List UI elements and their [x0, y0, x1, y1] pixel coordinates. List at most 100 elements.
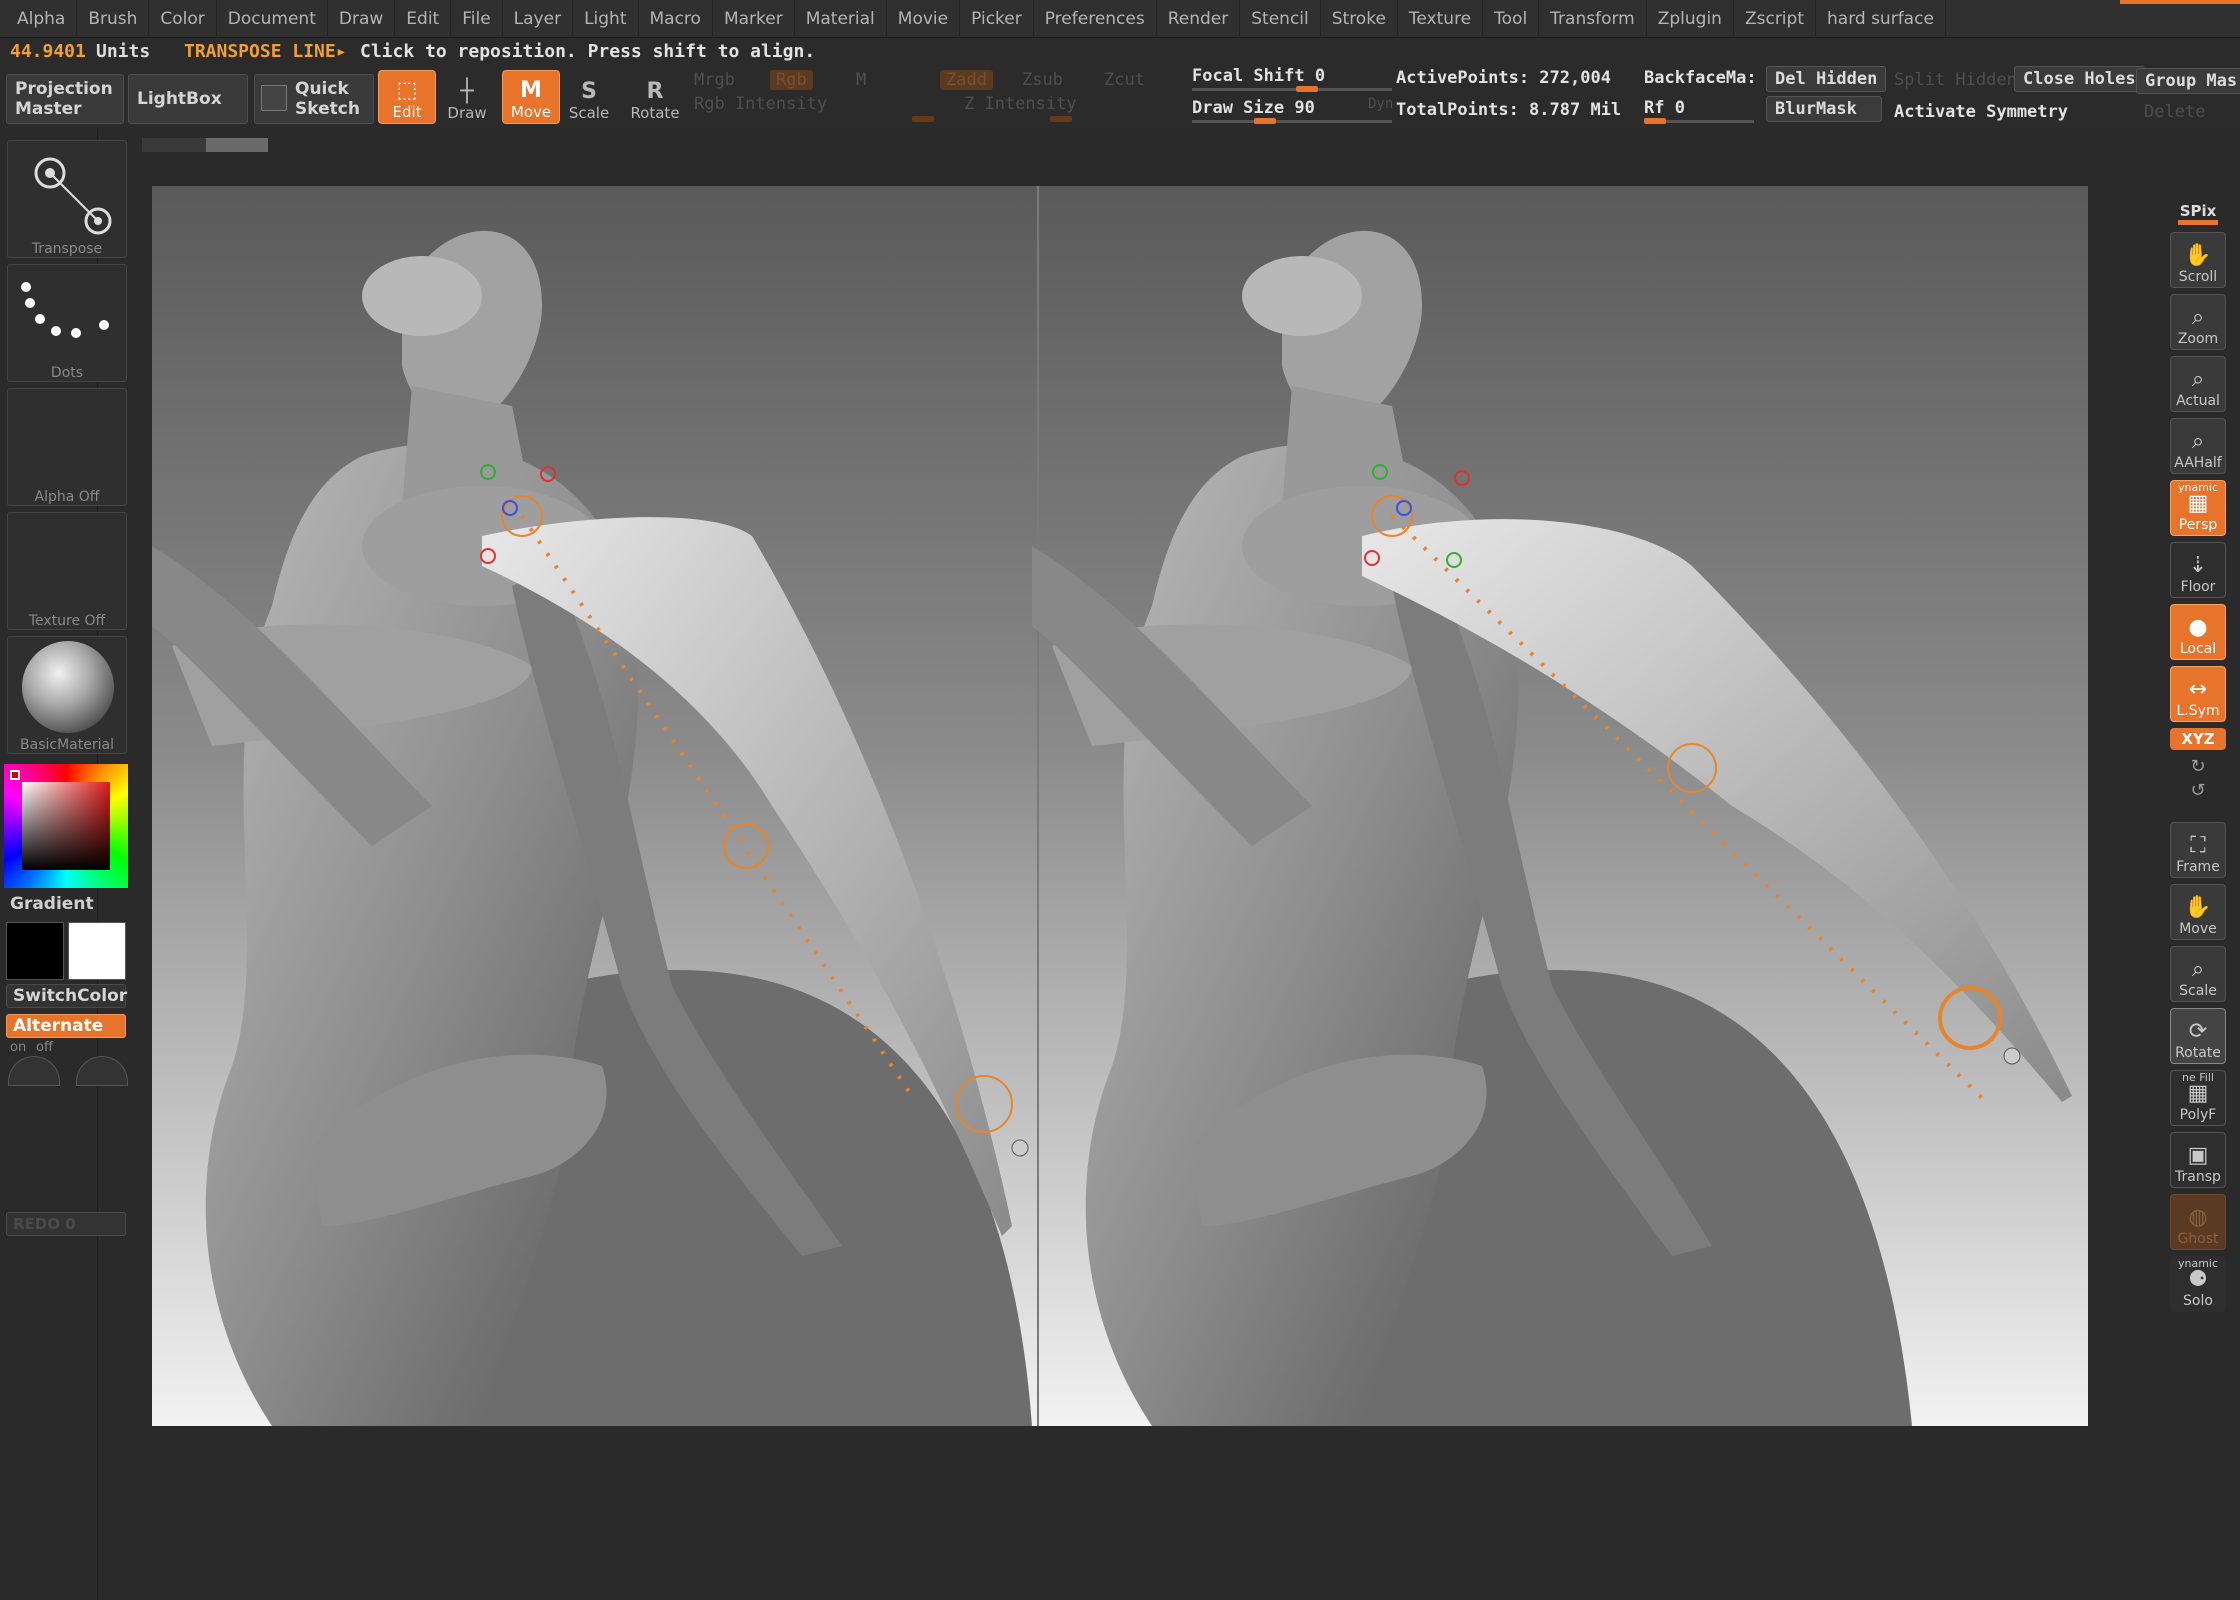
draw-size-thumb[interactable] [1254, 118, 1276, 124]
xyz-button[interactable]: XYZ [2170, 728, 2226, 750]
sculpt-viewport[interactable] [152, 186, 2088, 1426]
alpha-tile[interactable]: Alpha Off [7, 388, 127, 506]
zadd-button[interactable]: Zadd [940, 70, 993, 90]
menu-zplugin[interactable]: Zplugin [1647, 0, 1734, 38]
transpose-tool-tile[interactable]: Transpose [7, 140, 127, 258]
m-button[interactable]: M [856, 70, 866, 90]
color-picker[interactable] [4, 764, 128, 888]
creature-model-before[interactable] [152, 230, 1032, 1426]
mrgb-button[interactable]: Mrgb [694, 70, 735, 90]
split-hidden-button[interactable]: Split Hidden [1894, 70, 2017, 90]
menu-layer[interactable]: Layer [503, 0, 574, 38]
zcut-button[interactable]: Zcut [1104, 70, 1145, 90]
polyf-button[interactable]: ne Fill ▦ PolyF [2170, 1070, 2226, 1126]
menu-texture[interactable]: Texture [1398, 0, 1484, 38]
document-canvas[interactable] [152, 186, 2088, 1426]
lsym-button[interactable]: ↔ L.Sym [2170, 666, 2226, 722]
menu-color[interactable]: Color [149, 0, 217, 38]
rf-slider[interactable]: Rf 0 [1644, 98, 1685, 118]
blurmask-button[interactable]: BlurMask [1766, 96, 1882, 122]
rotate-view-button[interactable]: ⟳ Rotate [2170, 1008, 2226, 1064]
menu-brush[interactable]: Brush [77, 0, 150, 38]
frame-button[interactable]: ⛶ Frame [2170, 822, 2226, 878]
solo-button[interactable]: ynamic ⚈ Solo [2170, 1256, 2226, 1312]
creature-model-after[interactable] [1032, 230, 2072, 1426]
menu-stencil[interactable]: Stencil [1240, 0, 1321, 38]
menu-material[interactable]: Material [795, 0, 887, 38]
transpose-tip-handle-after[interactable] [2003, 1047, 2021, 1065]
alternate-button[interactable]: Alternate [6, 1014, 126, 1038]
dial-icon[interactable] [8, 1056, 60, 1086]
menu-movie[interactable]: Movie [887, 0, 961, 38]
zsub-button[interactable]: Zsub [1022, 70, 1063, 90]
menu-hard-surface[interactable]: hard surface [1816, 0, 1946, 38]
gradient-label[interactable]: Gradient [10, 894, 94, 914]
rgb-intensity-thumb[interactable] [912, 116, 934, 122]
axis-x-handle-after[interactable] [1454, 470, 1470, 486]
scale-view-button[interactable]: ⌕ Scale [2170, 946, 2226, 1002]
menu-transform[interactable]: Transform [1539, 0, 1647, 38]
activate-symmetry-button[interactable]: Activate Symmetry [1894, 102, 2068, 122]
rotate-z-icon[interactable]: ↺ [2170, 780, 2226, 801]
menu-light[interactable]: Light [573, 0, 639, 38]
spix-slider[interactable]: SPix [2170, 202, 2226, 220]
floor-button[interactable]: ⇣ Floor [2170, 542, 2226, 598]
menu-picker[interactable]: Picker [960, 0, 1034, 38]
zoom-button[interactable]: ⌕ Zoom [2170, 294, 2226, 350]
dial-icon-secondary[interactable] [76, 1056, 128, 1086]
lightbox-button[interactable]: LightBox [128, 74, 248, 124]
del-hidden-button[interactable]: Del Hidden [1766, 66, 1887, 92]
dots-stroke-tile[interactable]: Dots [7, 264, 127, 382]
menu-edit[interactable]: Edit [395, 0, 452, 38]
focal-shift-slider[interactable]: Focal Shift 0 [1192, 66, 1325, 86]
subtool-scroll-thumb[interactable] [206, 138, 268, 152]
main-color-swatch[interactable] [68, 922, 126, 980]
color-picker-square[interactable] [22, 782, 110, 870]
texture-tile[interactable]: Texture Off [7, 512, 127, 630]
secondary-color-swatch[interactable] [6, 922, 64, 980]
scroll-button[interactable]: ✋ Scroll [2170, 232, 2226, 288]
rgb-intensity-slider[interactable]: Rgb Intensity [694, 94, 827, 114]
rotate-y-icon[interactable]: ↻ [2170, 756, 2226, 777]
edit-button[interactable]: ⬚ Edit [378, 70, 436, 124]
draw-button[interactable]: ┼ Draw [438, 70, 496, 124]
backface-mask-toggle[interactable]: BackfaceMa: [1644, 68, 1757, 88]
group-masked-button[interactable]: Group Mas [2136, 68, 2240, 94]
local-button[interactable]: ● Local [2170, 604, 2226, 660]
menu-tool[interactable]: Tool [1483, 0, 1540, 38]
z-intensity-thumb[interactable] [1050, 116, 1072, 122]
focal-shift-track[interactable] [1192, 88, 1392, 91]
quick-sketch-button[interactable]: Quick Sketch [254, 74, 374, 124]
redo-button[interactable]: REDO 0 [6, 1212, 126, 1236]
delete-button[interactable]: Delete [2144, 102, 2205, 122]
actual-button[interactable]: ⌕ Actual [2170, 356, 2226, 412]
move-button[interactable]: M Move [502, 70, 560, 124]
dynamic-size-toggle[interactable]: Dyn [1368, 96, 1393, 112]
rgb-button[interactable]: Rgb [770, 70, 813, 90]
close-holes-button[interactable]: Close Holes [2014, 66, 2145, 92]
aahalf-button[interactable]: ⌕ AAHalf [2170, 418, 2226, 474]
menu-draw[interactable]: Draw [328, 0, 396, 38]
transpose-tip-handle[interactable] [1011, 1139, 1029, 1157]
switch-color-button[interactable]: SwitchColor [6, 984, 127, 1008]
menu-stroke[interactable]: Stroke [1321, 0, 1398, 38]
menu-marker[interactable]: Marker [713, 0, 795, 38]
menu-file[interactable]: File [451, 0, 503, 38]
transpose-middle-handle[interactable] [723, 823, 769, 869]
subtool-scroll-bar[interactable] [142, 138, 268, 152]
z-intensity-slider[interactable]: Z Intensity [964, 94, 1077, 114]
rf-thumb[interactable] [1644, 118, 1666, 124]
draw-size-slider[interactable]: Draw Size 90 [1192, 98, 1315, 118]
rotate-button[interactable]: R Rotate [626, 70, 684, 124]
menu-document[interactable]: Document [217, 0, 328, 38]
focal-shift-thumb[interactable] [1296, 86, 1318, 92]
menu-preferences[interactable]: Preferences [1034, 0, 1157, 38]
menu-alpha[interactable]: Alpha [6, 0, 78, 38]
transp-button[interactable]: ▣ Transp [2170, 1132, 2226, 1188]
menu-render[interactable]: Render [1157, 0, 1241, 38]
draw-size-track[interactable] [1192, 120, 1392, 123]
spix-slider-fill[interactable] [2178, 220, 2218, 225]
ghost-button[interactable]: ◍ Ghost [2170, 1194, 2226, 1250]
move-view-button[interactable]: ✋ Move [2170, 884, 2226, 940]
material-tile[interactable]: BasicMaterial [7, 636, 127, 754]
